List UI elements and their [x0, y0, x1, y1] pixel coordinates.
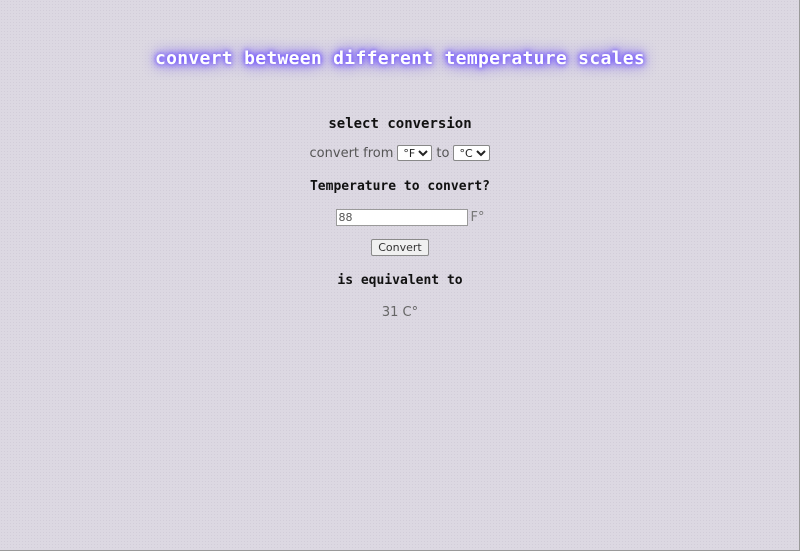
convert-button[interactable]: Convert	[371, 239, 429, 256]
to-unit-select[interactable]: °C	[453, 145, 491, 161]
result-value: 31 C°	[381, 305, 419, 320]
conversion-heading: select conversion	[328, 116, 472, 132]
temperature-question: Temperature to convert?	[309, 179, 490, 194]
input-unit-label: F°	[470, 210, 485, 225]
temperature-input-row: F°	[20, 209, 800, 226]
temperature-input[interactable]	[335, 209, 468, 226]
to-label: to	[436, 145, 450, 161]
equivalent-heading: is equivalent to	[337, 273, 463, 288]
page-title: convert between different temperature sc…	[154, 48, 646, 69]
convert-from-label: convert from	[309, 145, 394, 161]
from-unit-select[interactable]: °F	[397, 145, 433, 161]
page: convert between different temperature sc…	[0, 0, 800, 320]
conversion-selector-row: convert from °F to °C	[0, 143, 800, 163]
